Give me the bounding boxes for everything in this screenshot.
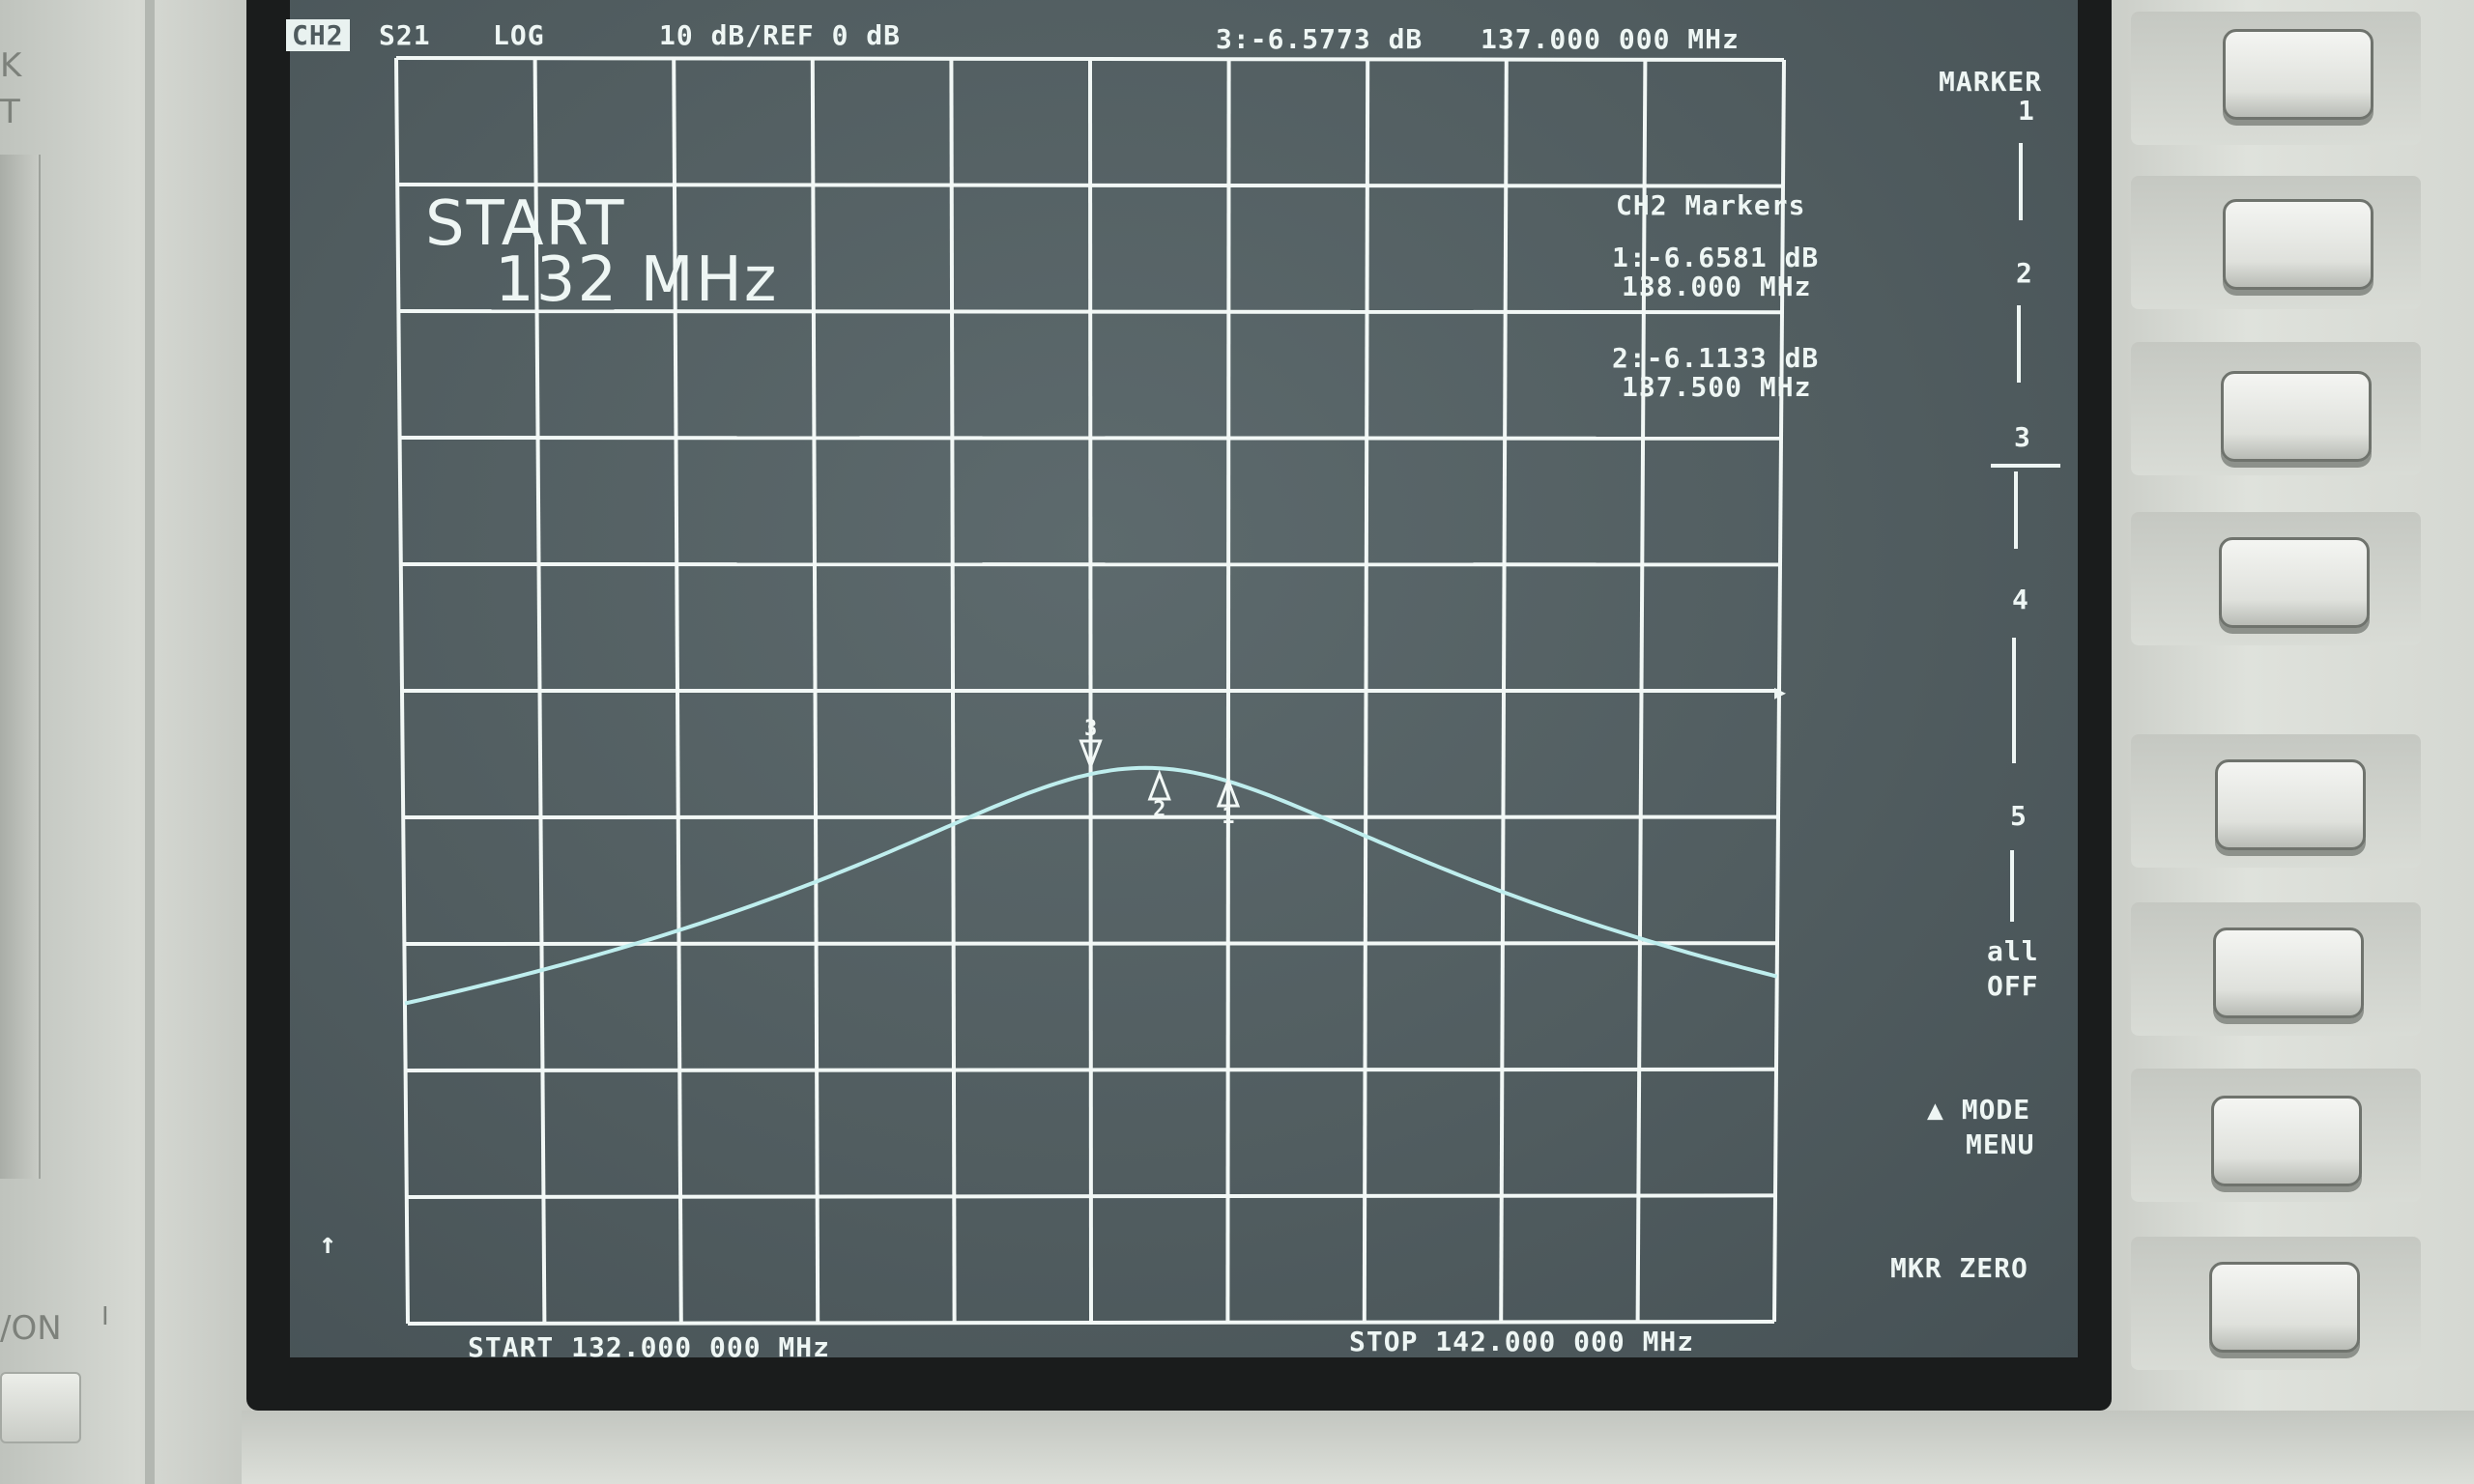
- softkey-all-off-line1[interactable]: all: [1987, 935, 2039, 967]
- graticule-horizontal-line: [406, 1193, 1776, 1199]
- softkey-divider-1: [2019, 143, 2023, 220]
- softkey-marker-title: MARKER: [1939, 66, 2043, 98]
- reference-position-icon: ▶: [1774, 680, 1788, 703]
- softkey-marker-5[interactable]: 5: [2010, 800, 2028, 832]
- scale-label: 10 dB/REF 0 dB: [659, 19, 902, 51]
- softkey-all-off-line2[interactable]: OFF: [1987, 970, 2039, 1002]
- softkey-button-4[interactable]: [2219, 537, 2370, 628]
- scale-up-arrow-icon: ↑: [319, 1227, 338, 1261]
- softkey-marker-4[interactable]: 4: [2012, 584, 2029, 615]
- trace-marker-1-label: 1: [1222, 805, 1234, 829]
- softkey-divider-2: [2017, 305, 2021, 383]
- marker2-value: 2:-6.1133 dB: [1612, 342, 1820, 374]
- format-label: LOG: [493, 19, 545, 51]
- softkey-button-3[interactable]: [2221, 371, 2372, 462]
- softkey-button-5[interactable]: [2215, 759, 2366, 850]
- softkey-marker-1[interactable]: 1: [2018, 95, 2035, 127]
- marker1-frequency: 138.000 MHz: [1622, 271, 1812, 302]
- stop-frequency-label: STOP 142.000 000 MHz: [1349, 1326, 1695, 1357]
- marker2-frequency: 137.500 MHz: [1622, 371, 1812, 403]
- start-frequency-label: START 132.000 000 MHz: [468, 1331, 831, 1363]
- instrument-bottom-bezel: [242, 1411, 2474, 1484]
- softkey-marker-2[interactable]: 2: [2016, 257, 2033, 289]
- marker1-value: 1:-6.6581 dB: [1612, 242, 1820, 273]
- softkey-selected-underline: [1991, 464, 2060, 468]
- trace-marker-2-label: 2: [1153, 798, 1165, 822]
- softkey-button-1[interactable]: [2223, 29, 2373, 120]
- active-marker-readout: 3:-6.5773 dB: [1216, 23, 1424, 55]
- softkey-mode-menu-line2[interactable]: MENU: [1966, 1128, 2034, 1160]
- softkey-divider-5: [2010, 850, 2014, 922]
- trace-marker-3-label: 3: [1084, 717, 1097, 741]
- softkey-button-6[interactable]: [2213, 928, 2364, 1018]
- softkey-mkr-zero[interactable]: MKR ZERO: [1890, 1252, 2028, 1284]
- softkey-divider-4: [2012, 638, 2016, 763]
- softkey-button-2[interactable]: [2223, 199, 2373, 290]
- marker-table-title: CH2 Markers: [1616, 189, 1806, 221]
- graticule-horizontal-line: [397, 183, 1784, 188]
- graticule-horizontal-line: [395, 56, 1785, 62]
- channel-badge: CH2: [286, 19, 350, 51]
- start-entry-value: 132 MHz: [495, 244, 779, 316]
- active-marker-frequency: 137.000 000 MHz: [1481, 23, 1740, 55]
- graticule-horizontal-line: [404, 941, 1778, 946]
- softkey-mode-menu-line1[interactable]: ▲ MODE: [1927, 1094, 2030, 1126]
- parameter-label: S21: [379, 19, 431, 51]
- softkey-divider-3: [2014, 471, 2018, 549]
- softkey-button-7[interactable]: [2211, 1096, 2362, 1186]
- trace-marker-2-glyph: [1147, 769, 1171, 801]
- graticule-horizontal-line: [407, 1320, 1775, 1326]
- softkey-button-8[interactable]: [2209, 1262, 2360, 1353]
- graticule-horizontal-line: [399, 436, 1782, 441]
- softkey-marker-3[interactable]: 3: [2014, 421, 2031, 453]
